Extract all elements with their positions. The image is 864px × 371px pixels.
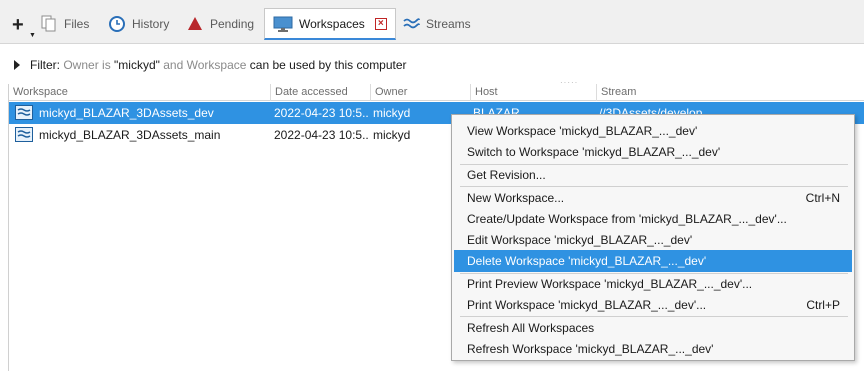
tab-pending[interactable]: Pending [186, 8, 254, 40]
streams-icon [403, 18, 420, 29]
column-header-owner[interactable]: Owner [371, 84, 471, 101]
filter-bar[interactable]: Filter: Owner is "mickyd" and Workspace … [12, 55, 407, 75]
tab-workspaces-label: Workspaces [299, 16, 365, 31]
menu-item-label: Print Preview Workspace 'mickyd_BLAZAR_.… [467, 277, 753, 291]
plus-icon: + [12, 14, 24, 36]
menu-item-label: Get Revision... [467, 168, 546, 182]
menu-item-label: Refresh Workspace 'mickyd_BLAZAR_..._dev… [467, 342, 714, 356]
menu-item-create-update-workspace[interactable]: Create/Update Workspace from 'mickyd_BLA… [454, 208, 852, 230]
files-icon [41, 15, 56, 32]
column-header-host[interactable]: Host [471, 84, 597, 101]
column-header-stream[interactable]: Stream [597, 84, 864, 101]
menu-item-shortcut: Ctrl+P [806, 298, 840, 312]
tab-strip: + ▼ Files History Pending Workspaces × S… [0, 0, 864, 44]
tab-history-label: History [132, 17, 170, 31]
column-header-date-accessed[interactable]: Date accessed [271, 84, 371, 101]
filter-is: is [102, 58, 111, 72]
table-header: Workspace Date accessed Owner Host Strea… [9, 84, 864, 101]
tab-workspaces[interactable]: Workspaces × [264, 8, 396, 40]
add-dropdown-button[interactable]: + ▼ [12, 12, 36, 39]
tab-files[interactable]: Files [40, 8, 89, 40]
clock-icon [109, 16, 125, 32]
cell-date-accessed: 2022-04-23 10:5... [274, 128, 369, 142]
column-header-workspace[interactable]: Workspace [9, 84, 271, 101]
menu-item-label: Print Workspace 'mickyd_BLAZAR_..._dev'.… [467, 298, 707, 312]
tab-files-label: Files [64, 17, 90, 31]
chevron-down-icon: ▼ [29, 32, 36, 39]
menu-item-label: Edit Workspace 'mickyd_BLAZAR_..._dev' [467, 233, 693, 247]
menu-item-label: Create/Update Workspace from 'mickyd_BLA… [467, 212, 787, 226]
menu-item-view-workspace[interactable]: View Workspace 'mickyd_BLAZAR_..._dev' [454, 120, 852, 142]
workspace-icon [15, 105, 33, 120]
menu-item-delete-workspace[interactable]: Delete Workspace 'mickyd_BLAZAR_..._dev' [454, 250, 852, 272]
filter-owner-field: Owner [63, 58, 99, 72]
filter-workspace-field: Workspace [186, 58, 247, 72]
menu-item-switch-workspace[interactable]: Switch to Workspace 'mickyd_BLAZAR_..._d… [454, 141, 852, 163]
tab-pending-label: Pending [210, 17, 255, 31]
menu-item-label: Switch to Workspace 'mickyd_BLAZAR_..._d… [467, 145, 721, 159]
tab-streams-label: Streams [426, 17, 471, 31]
menu-item-print-workspace[interactable]: Print Workspace 'mickyd_BLAZAR_..._dev'.… [454, 294, 852, 316]
filter-owner-value: "mickyd" [114, 58, 160, 72]
close-icon[interactable]: × [374, 17, 387, 30]
workspace-icon [15, 127, 33, 142]
menu-item-edit-workspace[interactable]: Edit Workspace 'mickyd_BLAZAR_..._dev' [454, 229, 852, 251]
triangle-icon [188, 17, 202, 30]
cell-workspace: mickyd_BLAZAR_3DAssets_dev [39, 106, 214, 120]
menu-item-print-preview[interactable]: Print Preview Workspace 'mickyd_BLAZAR_.… [454, 273, 852, 295]
monitor-icon [273, 16, 293, 32]
menu-item-refresh-all[interactable]: Refresh All Workspaces [454, 317, 852, 339]
filter-and: and [163, 58, 184, 72]
expand-arrow-icon[interactable] [14, 60, 20, 70]
cell-workspace: mickyd_BLAZAR_3DAssets_main [39, 128, 221, 142]
menu-item-label: New Workspace... [467, 191, 565, 205]
menu-item-refresh-workspace[interactable]: Refresh Workspace 'mickyd_BLAZAR_..._dev… [454, 338, 852, 360]
filter-condition: can be used by this computer [249, 58, 407, 72]
menu-item-shortcut: Ctrl+N [805, 191, 840, 205]
cell-date-accessed: 2022-04-23 10:5... [274, 106, 369, 120]
menu-item-label: View Workspace 'mickyd_BLAZAR_..._dev' [467, 124, 698, 138]
tab-history[interactable]: History [108, 8, 169, 40]
context-menu: View Workspace 'mickyd_BLAZAR_..._dev' S… [451, 114, 855, 361]
menu-item-get-revision[interactable]: Get Revision... [454, 164, 852, 186]
menu-item-new-workspace[interactable]: New Workspace... Ctrl+N [454, 187, 852, 209]
menu-item-label: Delete Workspace 'mickyd_BLAZAR_..._dev' [467, 254, 707, 268]
menu-item-label: Refresh All Workspaces [467, 321, 595, 335]
tab-streams[interactable]: Streams [402, 8, 471, 40]
filter-prefix: Filter: [30, 58, 60, 72]
